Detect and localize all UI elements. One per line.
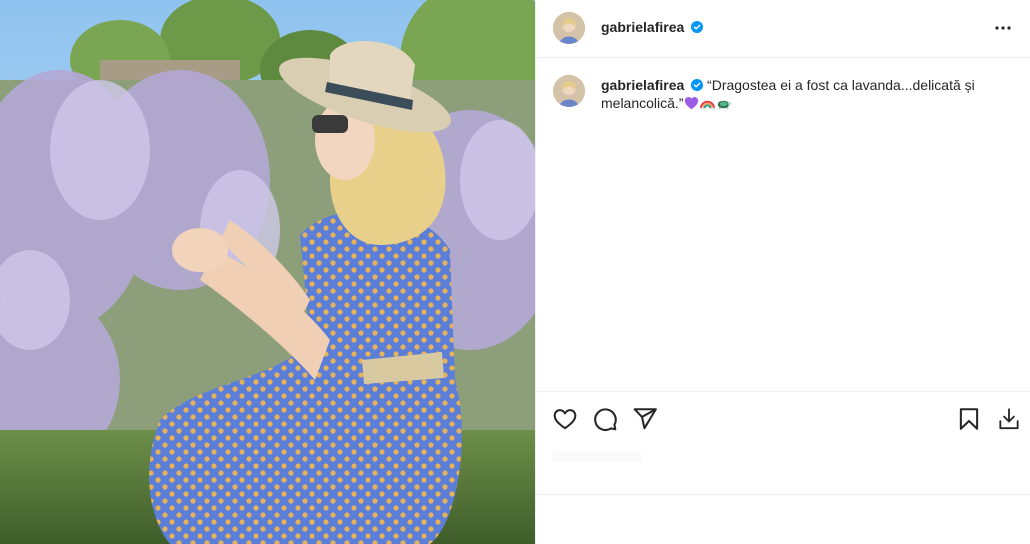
author-avatar[interactable] [553,12,585,44]
avatar-image [553,12,585,44]
save-button[interactable] [956,406,982,432]
post-actions [536,391,1030,445]
caption-avatar[interactable] [553,75,585,107]
author-username-text[interactable]: gabrielafirea [601,19,684,35]
turtle-emoji [718,100,732,110]
comment-button[interactable] [592,406,618,432]
caption-username[interactable]: gabrielafirea [601,77,684,93]
heart-icon [553,409,577,430]
rainbow-emoji [700,100,716,110]
verified-badge-icon [691,79,704,91]
download-button[interactable] [996,406,1022,432]
more-horizontal-icon [995,26,1011,30]
post-caption: gabrielafirea “Dragostea ei a fost ca la… [601,76,991,112]
comment-icon [594,408,617,431]
download-icon [999,408,1019,430]
like-button[interactable] [552,406,578,432]
avatar-image [553,75,585,107]
post-sidebar: gabrielafirea gabrielafirea “Dragostea e… [535,0,1030,544]
share-button[interactable] [632,406,658,432]
comment-box-divider [536,494,1030,495]
likes-placeholder [552,452,642,462]
purple-heart-emoji [685,96,699,110]
post-header: gabrielafirea [536,0,1030,58]
verified-badge-icon [691,21,704,33]
comments-section: gabrielafirea “Dragostea ei a fost ca la… [536,59,1030,391]
author-username[interactable]: gabrielafirea [601,19,704,35]
send-icon [633,408,657,430]
post-image [0,0,535,544]
bookmark-icon [959,408,979,430]
post-photo[interactable] [0,0,535,544]
more-options-button[interactable] [991,16,1015,40]
